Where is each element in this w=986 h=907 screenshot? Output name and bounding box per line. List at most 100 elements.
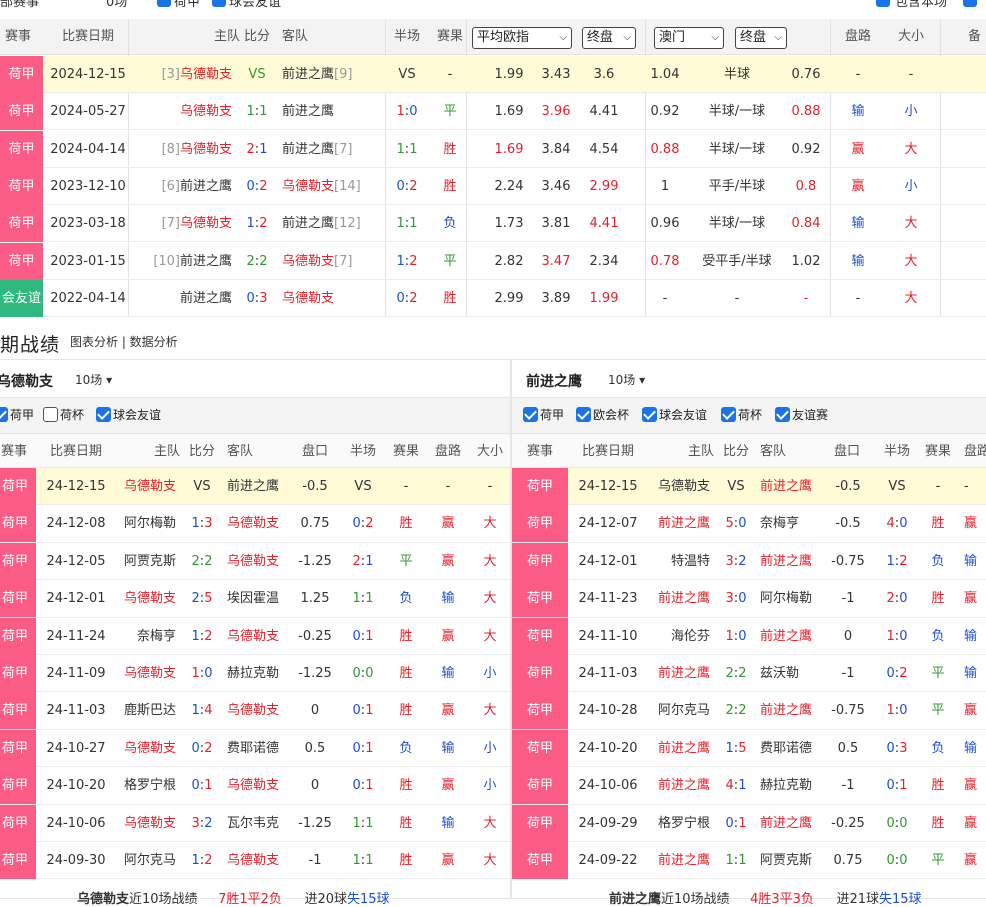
- match-score[interactable]: 3:2: [186, 805, 218, 842]
- match-score[interactable]: 1:2: [241, 205, 273, 242]
- filter-conference-league[interactable]: 欧会杯: [576, 406, 629, 423]
- h2h-row[interactable]: 荷甲 2023-03-18 [7] 乌德勒支 1:2 前进之鹰 [12] 1:1 负 1.73 3.…: [0, 205, 986, 243]
- recent-row[interactable]: 荷甲 24-12-08 阿尔梅勒 1:3 乌德勒支 0.75 0:2 胜 赢 大: [0, 505, 510, 543]
- match-score[interactable]: 2:5: [186, 580, 218, 617]
- away-team[interactable]: 赫拉克勒: [760, 767, 820, 804]
- league-badge[interactable]: 荷甲: [0, 205, 43, 243]
- away-team[interactable]: 埃因霍温: [227, 580, 287, 617]
- home-team[interactable]: 乌德勒支: [116, 805, 176, 842]
- recent-row[interactable]: 荷甲 24-10-06 乌德勒支 3:2 瓦尔韦克 -1.25 1:1 胜 输 大: [0, 804, 510, 842]
- match-score[interactable]: 1:2: [186, 842, 218, 879]
- away-team[interactable]: 乌德勒支: [227, 543, 287, 580]
- away-team[interactable]: 赫拉克勒: [227, 655, 287, 692]
- league-badge[interactable]: 荷甲: [512, 542, 568, 580]
- league-badge[interactable]: 荷甲: [0, 542, 36, 580]
- away-team[interactable]: 前进之鹰: [760, 692, 820, 729]
- match-score[interactable]: VS: [720, 468, 752, 505]
- away-team[interactable]: 乌德勒支: [282, 280, 336, 317]
- match-score[interactable]: 1:4: [186, 692, 218, 729]
- home-team[interactable]: 格罗宁根: [650, 805, 710, 842]
- away-team[interactable]: 前进之鹰: [282, 56, 336, 93]
- odds-type-select[interactable]: 终盘 ⌵: [582, 27, 636, 49]
- league-badge[interactable]: 荷甲: [512, 617, 568, 655]
- league-badge[interactable]: 荷甲: [512, 729, 568, 767]
- match-score[interactable]: 0:2: [241, 168, 273, 205]
- analysis-links[interactable]: 图表分析 | 数据分析: [70, 333, 178, 350]
- league-badge[interactable]: 荷甲: [512, 468, 568, 505]
- league-badge[interactable]: 荷甲: [0, 505, 36, 543]
- home-team[interactable]: 乌德勒支: [116, 730, 176, 767]
- recent-row[interactable]: 荷甲 24-12-01 乌德勒支 2:5 埃因霍温 1.25 1:1 负 输 大: [0, 580, 510, 618]
- away-team[interactable]: 乌德勒支: [282, 168, 336, 205]
- match-score[interactable]: 1:1: [720, 842, 752, 879]
- away-team[interactable]: 阿尔梅勒: [760, 580, 820, 617]
- match-score[interactable]: 5:0: [720, 505, 752, 542]
- league-badge[interactable]: 荷甲: [0, 692, 36, 730]
- home-team[interactable]: 乌德勒支: [178, 56, 232, 93]
- league-badge[interactable]: 荷甲: [0, 842, 36, 879]
- away-team[interactable]: 费耶诺德: [760, 730, 820, 767]
- home-team[interactable]: 前进之鹰: [178, 243, 232, 280]
- match-score[interactable]: 1:5: [720, 730, 752, 767]
- home-team[interactable]: 格罗宁根: [116, 767, 176, 804]
- home-team[interactable]: 前进之鹰: [650, 505, 710, 542]
- match-score[interactable]: 2:2: [720, 655, 752, 692]
- league-badge[interactable]: 荷甲: [512, 655, 568, 692]
- away-team[interactable]: 前进之鹰: [282, 93, 336, 130]
- league-badge[interactable]: 荷甲: [0, 580, 36, 618]
- recent-row[interactable]: 荷甲 24-11-24 奈梅亨 1:2 乌德勒支 -0.25 0:1 胜 赢 大: [0, 617, 510, 655]
- checkbox-club-friendly[interactable]: [212, 0, 226, 7]
- match-score[interactable]: 3:2: [720, 543, 752, 580]
- odds-company-select[interactable]: 平均欧指 ⌵: [472, 27, 572, 49]
- away-team[interactable]: 乌德勒支: [227, 692, 287, 729]
- recent-row[interactable]: 荷甲 24-10-06 前进之鹰 4:1 赫拉克勒 -1 0:1 胜 赢: [512, 767, 986, 805]
- ah-type-select[interactable]: 终盘 ⌵: [735, 27, 787, 49]
- home-team[interactable]: 前进之鹰: [650, 580, 710, 617]
- away-team[interactable]: 前进之鹰: [760, 618, 820, 655]
- filter-club-friendly[interactable]: 球会友谊: [642, 406, 707, 423]
- count-dropdown[interactable]: 10场 ▾: [608, 371, 645, 388]
- recent-row[interactable]: 荷甲 24-10-27 乌德勒支 0:2 费耶诺德 0.5 0:1 负 输 小: [0, 729, 510, 768]
- league-badge[interactable]: 荷甲: [0, 617, 36, 655]
- league-badge[interactable]: 荷甲: [512, 505, 568, 543]
- match-score[interactable]: 1:0: [186, 655, 218, 692]
- home-team[interactable]: 前进之鹰: [178, 280, 232, 317]
- filter-eredivisie[interactable]: 荷甲: [0, 406, 34, 423]
- league-badge[interactable]: 荷甲: [0, 130, 43, 168]
- home-team[interactable]: 阿尔克马: [116, 842, 176, 879]
- away-team[interactable]: 奈梅亨: [760, 505, 820, 542]
- filter-club-friendly[interactable]: 球会友谊: [96, 406, 161, 423]
- league-badge[interactable]: 荷甲: [0, 468, 36, 505]
- h2h-row[interactable]: 荷甲 2024-05-27 乌德勒支 1:1 前进之鹰 1:0 平 1.69 3.96 4.41 0…: [0, 93, 986, 131]
- league-badge[interactable]: 荷甲: [0, 767, 36, 805]
- away-team[interactable]: 乌德勒支: [227, 767, 287, 804]
- h2h-row[interactable]: 荷甲 2024-12-15 [3] 乌德勒支 VS 前进之鹰 [9] VS -1.99 3.43 3…: [0, 56, 986, 93]
- match-score[interactable]: VS: [241, 56, 273, 93]
- away-team[interactable]: 瓦尔韦克: [227, 805, 287, 842]
- home-team[interactable]: 阿尔克马: [650, 692, 710, 729]
- league-badge[interactable]: 荷甲: [0, 804, 36, 842]
- match-score[interactable]: 2:2: [186, 543, 218, 580]
- filter-knvb-cup[interactable]: 荷杯: [721, 406, 762, 423]
- away-team[interactable]: 乌德勒支: [227, 505, 287, 542]
- home-team[interactable]: 前进之鹰: [650, 730, 710, 767]
- home-team[interactable]: 奈梅亨: [116, 618, 176, 655]
- match-score[interactable]: VS: [186, 468, 218, 505]
- recent-row[interactable]: 荷甲 24-12-15 乌德勒支 VS 前进之鹰 -0.5 VS - - -: [0, 468, 510, 506]
- recent-row[interactable]: 荷甲 24-11-03 前进之鹰 2:2 兹沃勒 -1 0:2 平 输: [512, 655, 986, 693]
- away-team[interactable]: 前进之鹰: [282, 205, 336, 242]
- filter-eredivisie[interactable]: 荷甲: [523, 406, 564, 423]
- league-badge[interactable]: 荷甲: [0, 56, 43, 93]
- filter-friendly[interactable]: 友谊赛: [775, 406, 828, 423]
- match-score[interactable]: 3:0: [720, 580, 752, 617]
- recent-row[interactable]: 荷甲 24-09-29 格罗宁根 0:1 前进之鹰 -0.25 0:0 胜 赢: [512, 804, 986, 842]
- away-team[interactable]: 前进之鹰: [282, 131, 336, 168]
- match-score[interactable]: 0:2: [186, 730, 218, 767]
- recent-row[interactable]: 荷甲 24-11-09 乌德勒支 1:0 赫拉克勒 -1.25 0:0 胜 输 小: [0, 655, 510, 693]
- recent-row[interactable]: 荷甲 24-12-07 前进之鹰 5:0 奈梅亨 -0.5 4:0 胜 赢: [512, 505, 986, 543]
- away-team[interactable]: 乌德勒支: [227, 842, 287, 879]
- recent-row[interactable]: 荷甲 24-12-01 特温特 3:2 前进之鹰 -0.75 1:2 负 输: [512, 542, 986, 581]
- home-team[interactable]: 前进之鹰: [650, 655, 710, 692]
- away-team[interactable]: 阿贾克斯: [760, 842, 820, 879]
- home-team[interactable]: 乌德勒支: [116, 468, 176, 505]
